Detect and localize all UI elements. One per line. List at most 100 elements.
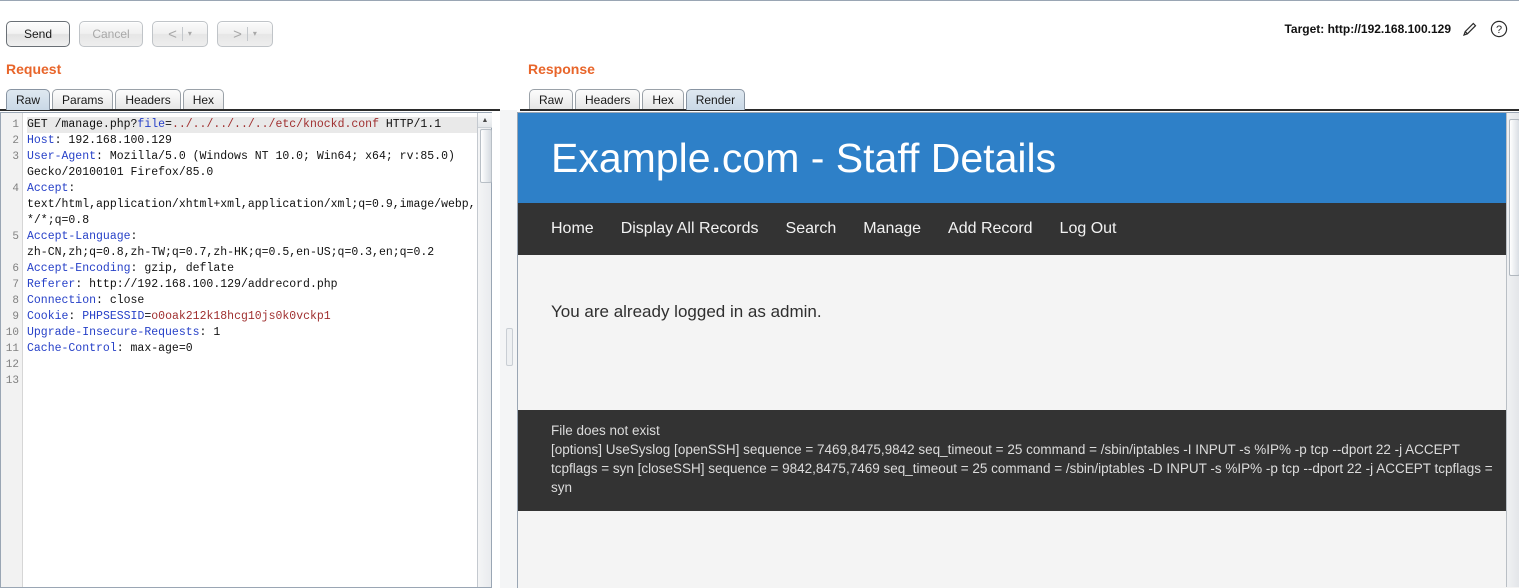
splitter-grip[interactable] [506,328,513,366]
request-token: : gzip, deflate [130,262,235,275]
request-token: : 192.168.100.129 [54,134,172,147]
request-editor[interactable]: 1 2 3 4 5 6 7 8 9 10 11 12 13 GET /manage.php?file=.… [0,112,492,588]
request-token: Cache-Control [27,342,117,355]
request-token: : 1 [199,326,221,339]
request-line: Accept-Language: [27,229,491,245]
line-number [1,165,22,181]
target-area: Target: http://192.168.100.129 ? [1284,19,1509,39]
request-token: Accept-Language [27,230,131,243]
line-number: 12 [5,359,19,371]
request-line: Referer: http://192.168.100.129/addrecor… [27,277,491,293]
response-scrollbar[interactable] [1506,113,1519,587]
output-line: File does not exist [551,423,660,438]
request-token: o0oak212k18hcg10js0k0vckp1 [151,310,331,323]
nav-item-log-out[interactable]: Log Out [1060,220,1117,238]
response-tab-raw-label: Raw [539,93,564,107]
response-tab-raw[interactable]: Raw [529,89,574,110]
command-output-block: File does not exist [options] UseSyslog [… [518,410,1519,511]
response-render-viewport: Example.com - Staff Details Home Display … [517,112,1519,588]
request-raw-text[interactable]: GET /manage.php?file=../../../../../etc/… [23,113,491,587]
request-token: = [165,118,172,131]
request-token: Accept [27,182,69,195]
chevron-down-icon: ▾ [252,29,257,38]
response-scrollbar-thumb[interactable] [1509,119,1519,276]
request-token: : close [96,294,145,307]
request-tab-params-label: Params [62,93,104,107]
request-line: Accept-Encoding: gzip, deflate [27,261,491,277]
line-number: 10 [5,327,19,339]
line-number: 5 [12,231,19,243]
request-line: zh-CN,zh;q=0.8,zh-TW;q=0.7,zh-HK;q=0.5,e… [27,245,491,261]
page-content: You are already logged in as admin. [518,255,1519,410]
request-line [27,373,491,389]
request-tab-hex[interactable]: Hex [182,89,225,110]
nav-item-display-all-records[interactable]: Display All Records [621,220,759,238]
line-number [1,213,22,229]
site-banner: Example.com - Staff Details [518,113,1519,203]
back-button[interactable]: < ▾ [152,21,208,47]
line-number: 8 [12,295,19,307]
request-token: : Mozilla/5.0 (Windows NT 10.0; Win64; x… [96,150,455,163]
request-token: Upgrade-Insecure-Requests [27,326,200,339]
forward-chevron-icon: > [233,25,242,43]
line-number [1,197,22,213]
request-line: Accept: [27,181,491,197]
nav-item-manage[interactable]: Manage [863,220,921,238]
response-panel-title: Response [528,61,595,77]
request-tab-raw-label: Raw [16,93,41,107]
request-tab-underline [0,109,500,111]
button-divider [181,27,183,41]
request-panel-title: Request [6,61,62,77]
chevron-down-icon: ▾ [187,29,192,38]
response-tabs: Raw Headers Hex Render [529,88,747,110]
nav-item-home[interactable]: Home [551,220,594,238]
forward-arrow-icon: > ▾ [233,27,257,42]
request-line [27,357,491,373]
request-token: User-Agent [27,150,97,163]
svg-text:?: ? [1496,24,1502,36]
line-number: 13 [5,375,19,387]
panel-splitter[interactable] [500,110,517,588]
login-status-message: You are already logged in as admin. [551,302,822,321]
request-line-number-gutter: 1 2 3 4 5 6 7 8 9 10 11 12 13 [1,113,23,587]
request-token: : [130,230,138,243]
send-button-label: Send [23,27,53,41]
back-chevron-icon: < [168,25,177,43]
request-tab-raw[interactable]: Raw [6,89,51,110]
send-button[interactable]: Send [6,21,70,47]
request-token: : max-age=0 [116,342,193,355]
request-tab-headers[interactable]: Headers [115,89,181,110]
request-tab-params[interactable]: Params [52,89,114,110]
response-tab-render[interactable]: Render [685,89,746,110]
request-token: PHPSESSID [82,310,145,323]
page-footer-space [518,511,1519,541]
request-line: Upgrade-Insecure-Requests: 1 [27,325,491,341]
scroll-up-icon[interactable]: ▲ [478,113,492,128]
request-token: Connection [27,294,97,307]
response-tab-hex-label: Hex [652,93,674,107]
nav-item-add-record[interactable]: Add Record [948,220,1033,238]
request-token: Accept-Encoding [27,262,131,275]
output-line: [options] UseSyslog [openSSH] sequence =… [551,442,1493,495]
pencil-icon[interactable] [1460,19,1480,39]
request-token: HTTP/1.1 [378,118,442,131]
nav-item-search[interactable]: Search [786,220,837,238]
line-number: 9 [12,311,19,323]
request-token: zh-CN,zh;q=0.8,zh-TW;q=0.7,zh-HK;q=0.5,e… [27,246,435,259]
response-tab-headers[interactable]: Headers [575,89,641,110]
forward-button[interactable]: > ▾ [217,21,273,47]
help-icon[interactable]: ? [1489,19,1509,39]
site-navigation: Home Display All Records Search Manage Add R… [518,203,1519,255]
cancel-button[interactable]: Cancel [79,21,143,47]
request-token: text/html,application/xhtml+xml,applicat… [27,198,476,211]
line-number: 4 [12,183,19,195]
request-line: Cache-Control: max-age=0 [27,341,491,357]
request-tab-headers-label: Headers [125,93,171,107]
request-scrollbar-thumb[interactable] [480,129,492,183]
line-number: 6 [12,263,19,275]
request-token: Host [27,134,55,147]
response-tab-hex[interactable]: Hex [642,89,684,110]
request-scrollbar[interactable]: ▲ [477,113,492,587]
site-banner-title: Example.com - Staff Details [551,134,1057,181]
request-token: ../../../../../etc/knockd.conf [171,118,379,131]
